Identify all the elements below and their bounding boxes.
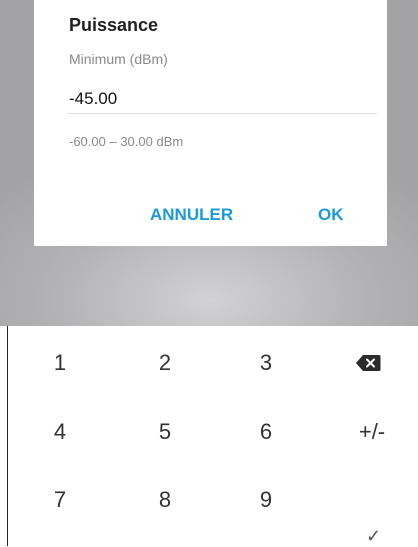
left-edge-divider (7, 326, 8, 546)
check-icon[interactable]: ✓ (366, 526, 381, 547)
numeric-keypad: 1 2 3 4 5 6 +/- 7 8 9 ✓ (0, 326, 418, 546)
range-hint: -60.00 – 30.00 dBm (69, 134, 184, 149)
key-2[interactable]: 2 (115, 338, 215, 388)
key-4[interactable]: 4 (10, 407, 110, 457)
minimum-input[interactable] (67, 85, 377, 114)
key-9[interactable]: 9 (216, 475, 316, 525)
backspace-key[interactable] (318, 338, 418, 388)
key-6[interactable]: 6 (216, 407, 316, 457)
cancel-button[interactable]: ANNULER (150, 205, 233, 225)
key-3[interactable]: 3 (216, 338, 316, 388)
key-5[interactable]: 5 (115, 407, 215, 457)
dialog-title: Puissance (69, 15, 159, 35)
ok-button[interactable]: OK (318, 205, 344, 225)
plus-minus-key[interactable]: +/- (322, 407, 418, 457)
key-1[interactable]: 1 (10, 338, 110, 388)
key-8[interactable]: 8 (115, 475, 215, 525)
key-7[interactable]: 7 (10, 475, 110, 525)
minimum-field-label: Minimum (dBm) (69, 51, 168, 67)
backspace-icon (356, 355, 381, 371)
power-dialog: Puissance Minimum (dBm) -60.00 – 30.00 d… (34, 0, 387, 246)
